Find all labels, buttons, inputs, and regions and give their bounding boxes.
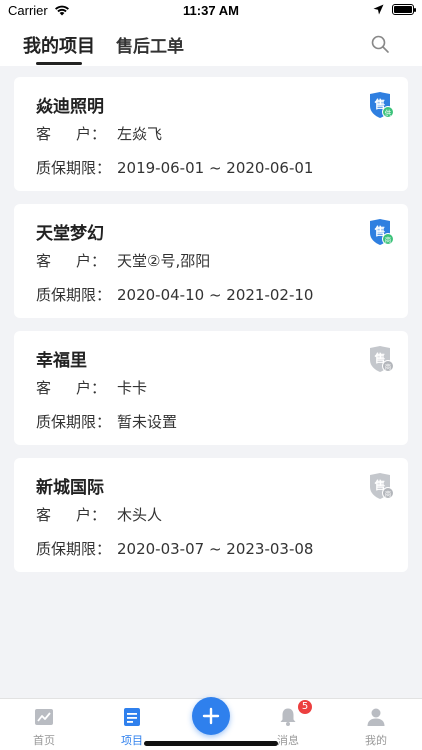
chart-icon xyxy=(35,709,53,725)
client-label: 客户： xyxy=(36,252,106,270)
project-card[interactable]: 新城国际 售 商 客户： 木头人 质保期限： 2020-03-07 ~ 2023-0… xyxy=(14,458,408,572)
client-value: 天堂②号,邵阳 xyxy=(117,252,211,270)
after-sales-badge-icon: 售 商 xyxy=(370,346,394,372)
warranty-row: 质保期限： 2020-04-10 ~ 2021-02-10 xyxy=(36,284,313,305)
battery-icon xyxy=(392,4,416,15)
client-label: 客户： xyxy=(36,506,106,524)
client-row: 客户： 木头人 xyxy=(36,504,162,525)
status-indicators xyxy=(373,4,416,15)
warranty-value: 2020-04-10 ~ 2021-02-10 xyxy=(117,286,314,304)
bell-icon xyxy=(280,708,296,726)
message-count-badge: 5 xyxy=(298,700,312,714)
svg-text:商: 商 xyxy=(385,489,392,498)
project-card[interactable]: 幸福里 售 商 客户： 卡卡 质保期限： 暂未设置 xyxy=(14,331,408,445)
person-icon xyxy=(367,708,385,726)
client-label: 客户： xyxy=(36,379,106,397)
warranty-label: 质保期限： xyxy=(36,413,112,431)
client-row: 客户： 卡卡 xyxy=(36,377,147,398)
after-sales-badge-icon: 售 商 xyxy=(370,219,394,245)
project-card[interactable]: 焱迪照明 售 供 客户： 左焱飞 质保期限： 2019-06-01 ~ 2020-0… xyxy=(14,77,408,191)
client-row: 客户： 左焱飞 xyxy=(36,123,162,144)
client-value: 卡卡 xyxy=(117,379,148,397)
warranty-label: 质保期限： xyxy=(36,286,112,304)
search-icon[interactable] xyxy=(370,34,390,54)
project-name: 新城国际 xyxy=(36,478,104,498)
svg-text:供: 供 xyxy=(385,108,392,117)
project-card[interactable]: 天堂梦幻 售 商 客户： 天堂②号,邵阳 质保期限： 2020-04-10 ~ 20… xyxy=(14,204,408,318)
after-sales-badge-icon: 售 供 xyxy=(370,92,394,118)
clock: 11:37 AM xyxy=(183,3,239,18)
svg-text:商: 商 xyxy=(385,362,392,371)
svg-text:商: 商 xyxy=(385,235,392,244)
home-indicator xyxy=(144,741,278,746)
warranty-row: 质保期限： 2019-06-01 ~ 2020-06-01 xyxy=(36,157,313,178)
warranty-row: 质保期限： 2020-03-07 ~ 2023-03-08 xyxy=(36,538,313,559)
warranty-label: 质保期限： xyxy=(36,159,112,177)
project-name: 焱迪照明 xyxy=(36,97,104,117)
after-sales-badge-icon: 售 商 xyxy=(370,473,394,499)
client-value: 左焱飞 xyxy=(117,125,163,143)
warranty-value: 2019-06-01 ~ 2020-06-01 xyxy=(117,159,314,177)
active-tab-indicator xyxy=(36,62,82,65)
warranty-label: 质保期限： xyxy=(36,540,112,558)
tab-mine[interactable]: 我的 xyxy=(346,699,406,750)
tab-home[interactable]: 首页 xyxy=(14,699,74,750)
add-project-button[interactable] xyxy=(192,697,230,735)
client-value: 木头人 xyxy=(117,506,163,524)
warranty-value: 暂未设置 xyxy=(117,413,178,431)
project-name: 天堂梦幻 xyxy=(36,224,104,244)
client-row: 客户： 天堂②号,邵阳 xyxy=(36,250,210,271)
tab-after-sales-orders[interactable]: 售后工单 xyxy=(116,32,184,57)
top-tab-bar: 我的项目 售后工单 xyxy=(0,22,422,66)
warranty-value: 2020-03-07 ~ 2023-03-08 xyxy=(117,540,314,558)
tab-my-projects[interactable]: 我的项目 xyxy=(23,32,95,58)
plus-icon xyxy=(202,707,220,725)
client-label: 客户： xyxy=(36,125,106,143)
tab-mine-label: 我的 xyxy=(365,734,387,747)
warranty-row: 质保期限： 暂未设置 xyxy=(36,411,177,432)
location-icon xyxy=(373,4,384,15)
project-name: 幸福里 xyxy=(36,351,87,371)
status-bar: Carrier 11:37 AM xyxy=(0,0,422,22)
tab-home-label: 首页 xyxy=(33,734,55,747)
document-icon xyxy=(124,708,140,726)
